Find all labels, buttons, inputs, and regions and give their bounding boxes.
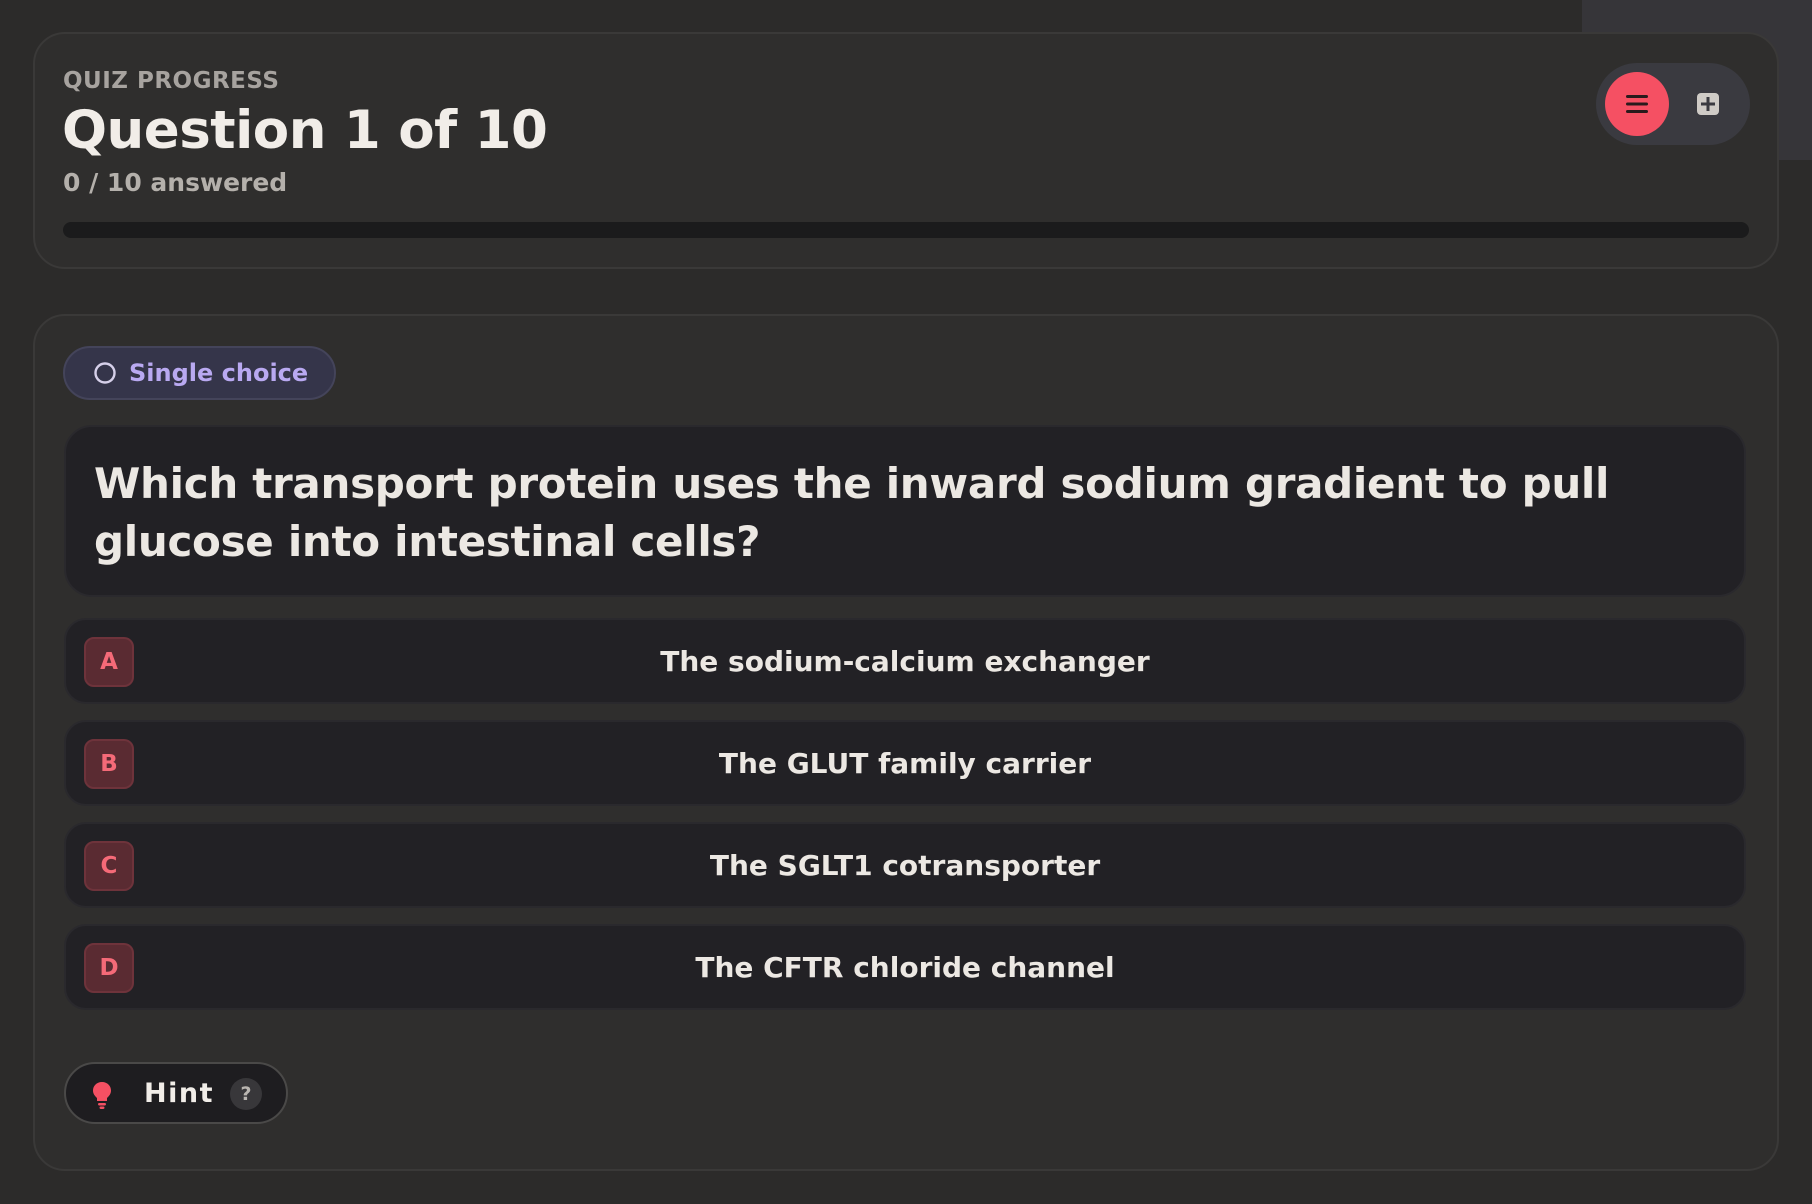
hint-button[interactable]: Hint ? — [64, 1062, 288, 1124]
question-type-label: Single choice — [129, 359, 309, 387]
hint-help-icon[interactable]: ? — [230, 1078, 262, 1110]
progress-title: Question 1 of 10 — [62, 100, 548, 161]
progress-bar — [63, 222, 1749, 238]
question-card: Single choice Which transport protein us… — [33, 314, 1779, 1171]
radio-circle-icon — [94, 362, 116, 384]
lightbulb-icon — [93, 1082, 111, 1109]
option-text: The CFTR chloride channel — [695, 950, 1115, 984]
option-text: The GLUT family carrier — [718, 746, 1092, 780]
answer-option-a[interactable]: A The sodium-calcium exchanger — [64, 618, 1746, 704]
question-type-badge: Single choice — [63, 346, 337, 400]
plus-square-icon — [1697, 93, 1719, 115]
answer-option-c[interactable]: C The SGLT1 cotransporter — [64, 822, 1746, 908]
question-text: Which transport protein uses the inward … — [94, 459, 1610, 566]
question-prompt-box: Which transport protein uses the inward … — [64, 425, 1746, 597]
answered-count: 0 / 10 answered — [63, 168, 288, 197]
option-text: The sodium-calcium exchanger — [660, 644, 1150, 678]
answer-option-d[interactable]: D The CFTR chloride channel — [64, 924, 1746, 1010]
hint-label: Hint — [144, 1078, 214, 1109]
progress-eyebrow: QUIZ PROGRESS — [63, 68, 280, 94]
menu-button[interactable] — [1605, 72, 1669, 136]
add-button[interactable] — [1688, 84, 1728, 124]
menu-icon — [1626, 95, 1648, 113]
answer-option-b[interactable]: B The GLUT family carrier — [64, 720, 1746, 806]
option-text: The SGLT1 cotransporter — [709, 848, 1101, 882]
quiz-progress-card: QUIZ PROGRESS Question 1 of 10 0 / 10 an… — [33, 32, 1779, 269]
toolbar-pill — [1596, 63, 1750, 145]
